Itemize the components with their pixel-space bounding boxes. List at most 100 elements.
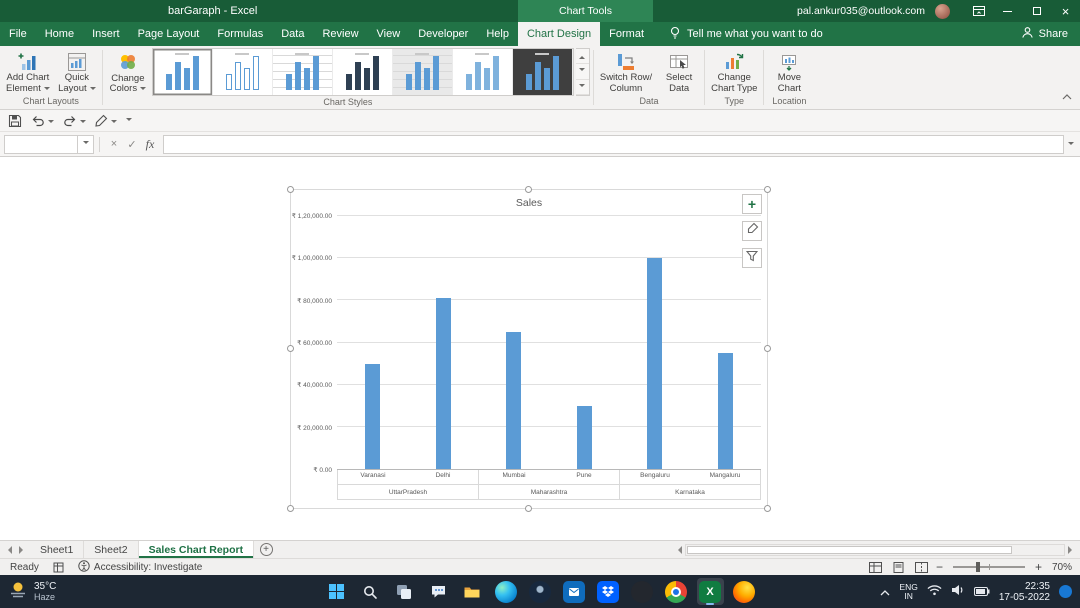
chart[interactable]: Sales ₹ 1,20,000.00 ₹ 1,00,000.00 ₹ 80,000… <box>287 186 771 512</box>
taskbar-icon-chrome[interactable] <box>663 578 690 605</box>
taskbar-icon-search[interactable] <box>357 578 384 605</box>
cancel-button[interactable]: × <box>105 135 123 154</box>
taskbar-icon-dropbox[interactable] <box>595 578 622 605</box>
horizontal-scrollbar[interactable] <box>670 541 1080 558</box>
zoom-level[interactable]: 70% <box>1048 562 1072 573</box>
name-box-dropdown[interactable] <box>78 134 94 154</box>
gallery-scroll-down-button[interactable] <box>575 64 589 80</box>
select-data-button[interactable]: Select Data <box>657 48 701 95</box>
ribbon-tab-formulas[interactable]: Formulas <box>208 22 272 46</box>
close-button[interactable]: × <box>1051 0 1080 22</box>
bar-pune[interactable] <box>576 405 592 469</box>
macro-record-button[interactable] <box>51 562 66 573</box>
scroll-left-arrow[interactable] <box>674 545 682 554</box>
sheet-tab-sheet1[interactable]: Sheet1 <box>30 541 85 558</box>
sheet-nav-right-button[interactable] <box>15 541 30 558</box>
chart-style-7[interactable] <box>512 49 573 95</box>
expand-formula-bar-button[interactable] <box>1068 135 1074 153</box>
save-button[interactable] <box>4 112 26 130</box>
collapse-ribbon-button[interactable] <box>1062 87 1072 105</box>
selection-handle[interactable] <box>764 345 771 352</box>
wifi-icon[interactable] <box>927 583 942 601</box>
taskbar-icon-task-view[interactable] <box>391 578 418 605</box>
ribbon-tab-help[interactable]: Help <box>477 22 518 46</box>
tell-me-box[interactable]: Tell me what you want to do <box>669 22 823 46</box>
battery-icon[interactable] <box>973 583 990 601</box>
ribbon-tab-developer[interactable]: Developer <box>409 22 477 46</box>
hidden-icons-chevron[interactable] <box>880 583 890 601</box>
normal-view-button[interactable] <box>867 561 884 573</box>
taskbar-icon-edge[interactable] <box>493 578 520 605</box>
selection-handle[interactable] <box>287 505 294 512</box>
selection-handle[interactable] <box>287 345 294 352</box>
taskbar-icon-file-explorer[interactable] <box>459 578 486 605</box>
insert-function-button[interactable]: fx <box>141 135 159 154</box>
redo-button[interactable] <box>59 113 90 129</box>
change-chart-type-button[interactable]: Change Chart Type <box>708 48 760 95</box>
ribbon-display-options-button[interactable] <box>964 0 993 22</box>
clock[interactable]: 22:35 17-05-2022 <box>999 581 1050 603</box>
selection-handle[interactable] <box>525 186 532 193</box>
taskbar-icon-firefox[interactable] <box>731 578 758 605</box>
chart-style-1[interactable] <box>152 49 213 95</box>
minimize-button[interactable] <box>993 0 1022 22</box>
bar-bengaluru[interactable] <box>647 258 663 469</box>
weather-widget[interactable]: 35°C Haze <box>8 579 56 604</box>
taskbar-icon-chat[interactable] <box>425 578 452 605</box>
chart-style-6[interactable] <box>452 49 513 95</box>
bar-mangaluru[interactable] <box>718 353 734 469</box>
sheet-tab-sales-chart-report[interactable]: Sales Chart Report <box>138 541 255 558</box>
language-indicator[interactable]: ENG IN <box>899 582 917 601</box>
chart-style-4[interactable] <box>332 49 393 95</box>
bar-varanasi[interactable] <box>364 363 380 469</box>
maximize-button[interactable] <box>1022 0 1051 22</box>
bar-delhi[interactable] <box>435 298 451 469</box>
name-box[interactable] <box>4 134 78 154</box>
scrollbar-track[interactable] <box>685 543 1065 556</box>
taskbar-icon-app-2[interactable] <box>629 578 656 605</box>
enter-button[interactable]: ✓ <box>123 135 141 154</box>
chart-title[interactable]: Sales <box>291 197 767 209</box>
switch-row-column-button[interactable]: Switch Row/ Column <box>597 48 655 95</box>
ribbon-tab-review[interactable]: Review <box>313 22 367 46</box>
page-layout-view-button[interactable] <box>890 561 907 573</box>
share-button[interactable]: Share <box>1021 22 1068 46</box>
sheet-nav-left-button[interactable] <box>0 541 15 558</box>
taskbar-icon-app-1[interactable] <box>527 578 554 605</box>
gallery-more-button[interactable] <box>575 80 589 95</box>
chart-style-5[interactable] <box>392 49 453 95</box>
selection-handle[interactable] <box>287 186 294 193</box>
formula-input[interactable] <box>163 134 1064 154</box>
chart-style-2[interactable] <box>212 49 273 95</box>
chart-sheet-area[interactable]: Sales ₹ 1,20,000.00 ₹ 1,00,000.00 ₹ 80,000… <box>0 157 1080 540</box>
add-chart-element-button[interactable]: Add Chart Element <box>3 48 53 95</box>
gallery-scroll-up-button[interactable] <box>575 49 589 65</box>
bar-mumbai[interactable] <box>506 331 522 469</box>
customize-qat-button[interactable] <box>122 116 136 126</box>
sheet-tab-sheet2[interactable]: Sheet2 <box>84 541 139 558</box>
ribbon-tab-format[interactable]: Format <box>600 22 653 46</box>
new-sheet-button[interactable]: + <box>254 541 278 558</box>
notification-badge[interactable] <box>1059 585 1072 598</box>
chart-elements-button[interactable]: + <box>742 194 762 214</box>
ribbon-tab-data[interactable]: Data <box>272 22 313 46</box>
undo-button[interactable] <box>27 113 58 129</box>
zoom-in-button[interactable]: + <box>1035 560 1042 574</box>
pen-button[interactable] <box>91 112 121 129</box>
taskbar-icon-excel[interactable]: X <box>696 578 724 605</box>
ribbon-tab-page-layout[interactable]: Page Layout <box>129 22 209 46</box>
scrollbar-thumb[interactable] <box>687 545 1013 554</box>
ribbon-tab-file[interactable]: File <box>0 22 36 46</box>
ribbon-tab-chart-design[interactable]: Chart Design <box>517 22 601 46</box>
page-break-view-button[interactable] <box>913 561 930 573</box>
zoom-slider[interactable] <box>952 562 1025 572</box>
ribbon-tab-home[interactable]: Home <box>36 22 83 46</box>
accessibility-status[interactable]: Accessibility: Investigate <box>78 559 202 575</box>
change-colors-button[interactable]: Change Colors <box>106 49 150 96</box>
volume-icon[interactable] <box>951 583 965 601</box>
taskbar-icon-outlook[interactable] <box>561 578 588 605</box>
chart-style-3[interactable] <box>272 49 333 95</box>
taskbar-icon-start[interactable] <box>323 578 350 605</box>
zoom-slider-thumb[interactable] <box>976 562 981 572</box>
ribbon-tab-insert[interactable]: Insert <box>83 22 129 46</box>
